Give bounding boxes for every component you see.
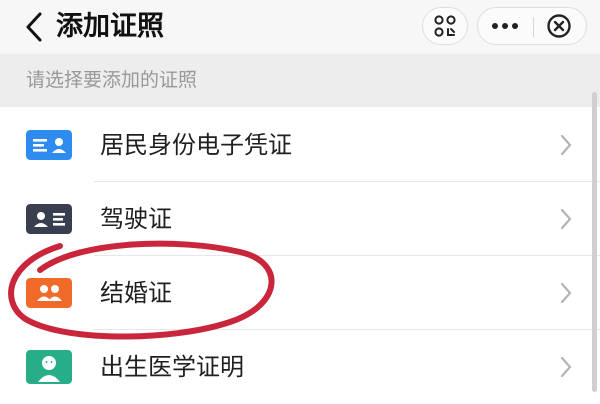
chevron-right-icon (560, 134, 572, 156)
list-item-label: 出生医学证明 (100, 353, 244, 381)
list-item-resident-id[interactable]: 居民身份电子凭证 (0, 108, 600, 182)
id-card-icon (26, 130, 72, 160)
section-header: 请选择要添加的证照 (0, 54, 600, 107)
list-item-driver-license[interactable]: 驾驶证 (0, 182, 600, 256)
list-item-marriage-certificate[interactable]: 结婚证 (0, 256, 600, 330)
capsule-menu (477, 7, 587, 45)
couple-icon (26, 278, 72, 308)
close-circle-icon[interactable] (534, 8, 588, 44)
mini-program-code-button[interactable] (422, 7, 468, 45)
more-dots-icon[interactable] (478, 8, 532, 44)
list-item-label: 驾驶证 (100, 205, 172, 233)
scrollbar[interactable] (592, 92, 597, 392)
list-item-label: 结婚证 (100, 279, 172, 307)
page-title: 添加证照 (56, 11, 164, 42)
list-item-label: 居民身份电子凭证 (100, 131, 292, 159)
chevron-right-icon (560, 282, 572, 304)
baby-icon (26, 350, 72, 384)
chevron-right-icon (560, 356, 572, 378)
list-item-birth-certificate[interactable]: 出生医学证明 (0, 330, 600, 404)
chevron-left-icon[interactable] (22, 11, 48, 43)
title-bar: 添加证照 (0, 0, 600, 54)
driver-license-icon (26, 204, 72, 234)
section-label: 请选择要添加的证照 (26, 69, 198, 91)
chevron-right-icon (560, 208, 572, 230)
mini-program-code-icon (434, 15, 456, 37)
